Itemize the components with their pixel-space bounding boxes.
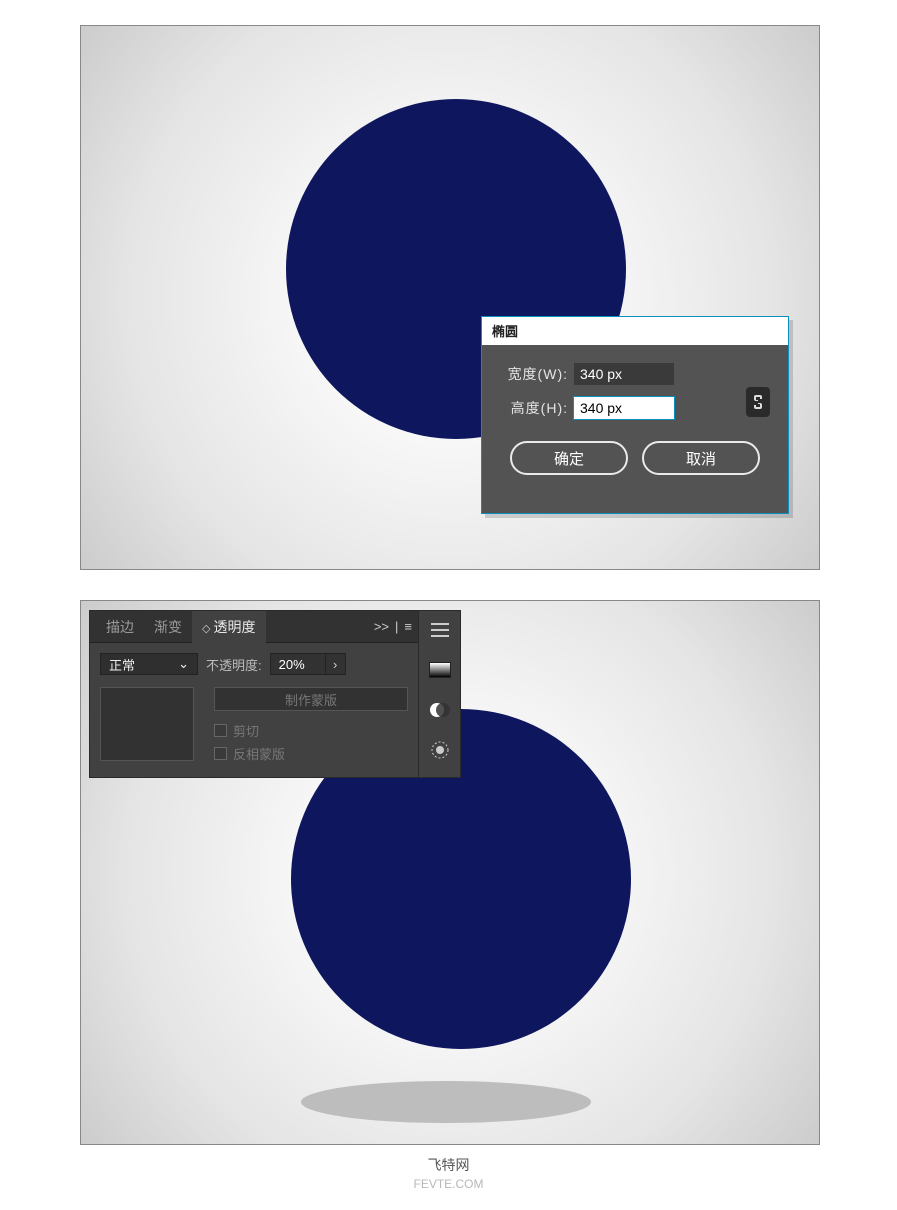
canvas-frame-1: 椭圆 宽度(W): 高度(H): 确定 取消 bbox=[80, 25, 820, 570]
canvas-frame-2: 描边 渐变 ◇ 透明度 >> | ≡ 正常 ⌄ 不透明度: bbox=[80, 600, 820, 1145]
tab-gradient[interactable]: 渐变 bbox=[144, 611, 192, 643]
cancel-button[interactable]: 取消 bbox=[642, 441, 760, 475]
invert-mask-checkbox-row[interactable]: 反相蒙版 bbox=[214, 744, 408, 763]
tab-stroke[interactable]: 描边 bbox=[96, 611, 144, 643]
opacity-label: 不透明度: bbox=[206, 655, 262, 674]
panel-menu-icon[interactable]: ≡ bbox=[404, 619, 412, 634]
transparency-panel: 描边 渐变 ◇ 透明度 >> | ≡ 正常 ⌄ 不透明度: bbox=[89, 610, 419, 778]
width-row: 宽度(W): bbox=[496, 363, 774, 385]
collapse-icon[interactable]: >> bbox=[374, 619, 389, 634]
make-mask-button[interactable]: 制作蒙版 bbox=[214, 687, 408, 711]
height-input[interactable] bbox=[574, 397, 674, 419]
panel-tabs: 描边 渐变 ◇ 透明度 >> | ≡ bbox=[90, 611, 418, 643]
shadow-ellipse-shape bbox=[301, 1081, 591, 1123]
invert-mask-label: 反相蒙版 bbox=[233, 744, 285, 763]
divider-icon: | bbox=[395, 619, 398, 634]
appearance-icon[interactable] bbox=[427, 737, 453, 763]
watermark-line2: FEVTE.COM bbox=[0, 1177, 897, 1191]
height-row: 高度(H): bbox=[496, 397, 774, 419]
height-label: 高度(H): bbox=[496, 398, 574, 418]
clip-checkbox-row[interactable]: 剪切 bbox=[214, 721, 408, 740]
mask-preview-thumb[interactable] bbox=[100, 687, 194, 761]
mask-options: 制作蒙版 剪切 反相蒙版 bbox=[200, 687, 408, 763]
checkbox-icon bbox=[214, 747, 227, 760]
ok-button[interactable]: 确定 bbox=[510, 441, 628, 475]
dialog-body: 宽度(W): 高度(H): 确定 取消 bbox=[482, 345, 788, 513]
panel-tabs-right: >> | ≡ bbox=[374, 619, 412, 634]
transparency-icon[interactable] bbox=[427, 697, 453, 723]
ellipse-dialog: 椭圆 宽度(W): 高度(H): 确定 取消 bbox=[481, 316, 789, 514]
chevron-down-icon: ⌄ bbox=[178, 656, 189, 672]
checkbox-icon bbox=[214, 724, 227, 737]
width-input[interactable] bbox=[574, 363, 674, 385]
clip-label: 剪切 bbox=[233, 721, 259, 740]
opacity-stepper-icon[interactable]: › bbox=[325, 654, 345, 674]
panel-body: 正常 ⌄ 不透明度: 20% › 制作蒙版 剪切 bbox=[90, 643, 418, 777]
dialog-title: 椭圆 bbox=[482, 317, 788, 345]
blend-row: 正常 ⌄ 不透明度: 20% › bbox=[100, 653, 408, 675]
mask-row: 制作蒙版 剪切 反相蒙版 bbox=[100, 687, 408, 763]
blend-mode-select[interactable]: 正常 ⌄ bbox=[100, 653, 198, 675]
watermark: 飞特网 FEVTE.COM bbox=[0, 1155, 897, 1191]
dialog-button-row: 确定 取消 bbox=[496, 441, 774, 475]
side-dock bbox=[419, 610, 461, 778]
transparency-panel-group: 描边 渐变 ◇ 透明度 >> | ≡ 正常 ⌄ 不透明度: bbox=[89, 610, 461, 778]
menu-icon[interactable] bbox=[427, 617, 453, 643]
blend-mode-value: 正常 bbox=[109, 655, 135, 674]
gradient-swatch-icon[interactable] bbox=[427, 657, 453, 683]
link-constrain-icon[interactable] bbox=[746, 387, 770, 417]
opacity-input[interactable]: 20% › bbox=[270, 653, 346, 675]
width-label: 宽度(W): bbox=[496, 364, 574, 384]
tab-transparency[interactable]: ◇ 透明度 bbox=[192, 611, 266, 643]
watermark-line1: 飞特网 bbox=[0, 1155, 897, 1175]
opacity-value: 20% bbox=[271, 657, 325, 672]
